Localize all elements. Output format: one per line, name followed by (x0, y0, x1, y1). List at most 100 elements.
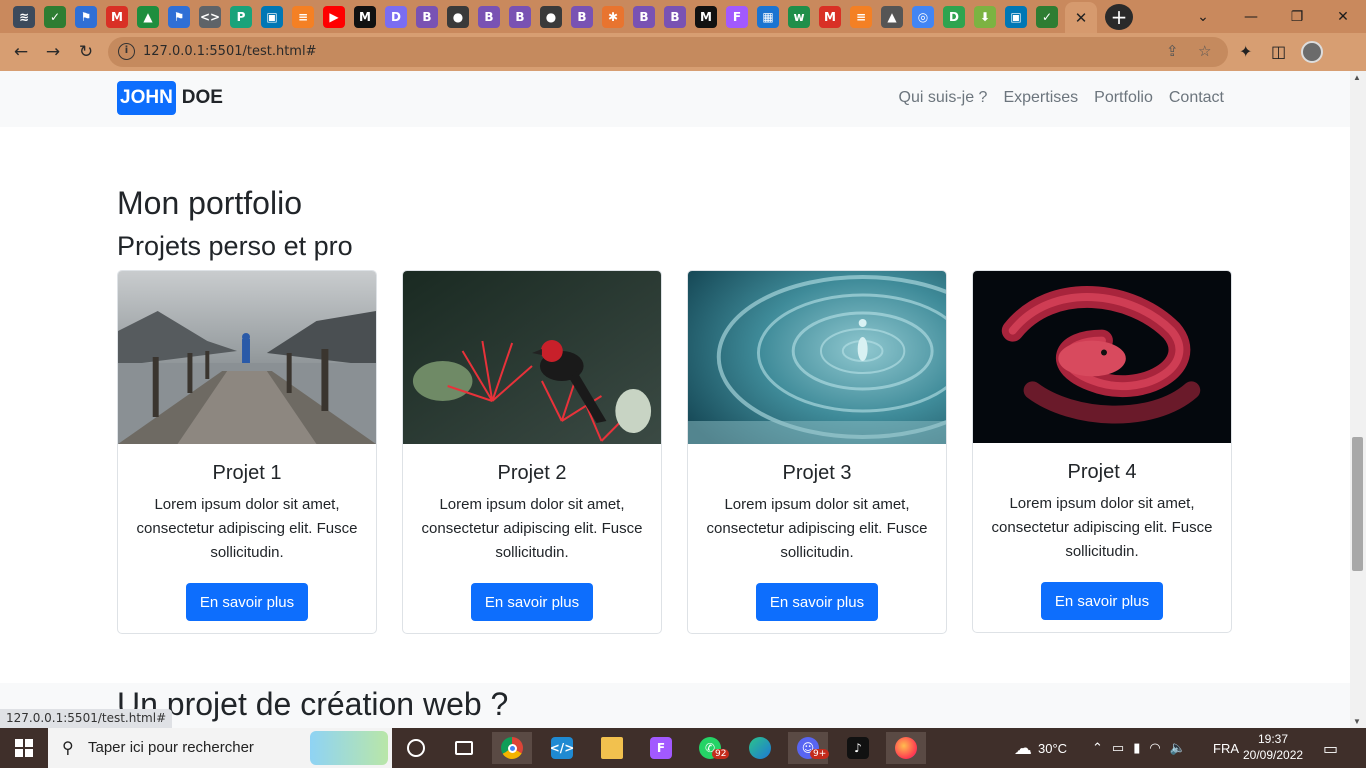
figma-icon[interactable]: F (641, 732, 681, 764)
taskbar-search[interactable]: ⚲ Taper ici pour rechercher (48, 728, 392, 768)
edge-icon[interactable] (740, 732, 780, 764)
stack-icon[interactable]: ≡ (850, 6, 872, 28)
project-card: Projet 1 Lorem ipsum dolor sit amet, con… (117, 270, 377, 634)
page-subtitle: Projets perso et pro (117, 231, 353, 261)
bootstrap-icon[interactable]: B (478, 6, 500, 28)
extensions-icon[interactable]: ✦ (1239, 42, 1252, 61)
layers-icon[interactable]: ≋ (13, 6, 35, 28)
bootstrap-icon[interactable]: B (664, 6, 686, 28)
page-viewport: JOHN DOE Qui suis-je ? Expertises Portfo… (0, 71, 1350, 728)
window-icon[interactable]: ▦ (757, 6, 779, 28)
card-title: Projet 1 (212, 462, 282, 484)
language-indicator[interactable]: FRA (1213, 728, 1239, 768)
search-placeholder[interactable]: Taper ici pour rechercher (88, 739, 254, 756)
cortana-icon[interactable] (396, 732, 436, 764)
gmail-icon[interactable]: M (819, 6, 841, 28)
app-icon[interactable]: ✓ (1036, 6, 1058, 28)
start-button[interactable] (0, 728, 48, 768)
restore-button[interactable]: ❐ (1274, 0, 1320, 33)
volume-icon[interactable]: 🔈 (1170, 741, 1186, 756)
back-button[interactable]: ← (8, 40, 34, 64)
nav-link-about[interactable]: Qui suis-je ? (899, 89, 988, 107)
learn-more-button[interactable]: En savoir plus (1041, 582, 1163, 620)
side-panel-icon[interactable]: ◫ (1271, 42, 1286, 61)
share-icon[interactable]: ⇪ (1166, 42, 1179, 60)
battery-icon[interactable]: ▮ (1133, 741, 1140, 756)
bootstrap-icon[interactable]: B (571, 6, 593, 28)
show-hidden-icons-icon[interactable]: ⌃ (1092, 741, 1103, 756)
minimize-button[interactable]: — (1228, 0, 1274, 33)
chrome-icon[interactable] (492, 732, 532, 764)
close-tab-icon[interactable]: ✕ (1075, 9, 1088, 27)
meet-now-icon[interactable]: ▭ (1112, 741, 1124, 756)
learn-more-button[interactable]: En savoir plus (756, 583, 878, 621)
reload-button[interactable]: ↻ (73, 40, 99, 64)
project-card: Projet 3 Lorem ipsum dolor sit amet, con… (687, 270, 947, 634)
flag-icon[interactable]: ⚑ (168, 6, 190, 28)
url-text[interactable]: 127.0.0.1:5501/test.html# (143, 44, 316, 59)
site-brand[interactable]: JOHN DOE (117, 81, 223, 115)
medium-icon[interactable]: M (695, 6, 717, 28)
discord-icon[interactable]: ☺ 9+ (788, 732, 830, 764)
taskbar-clock[interactable]: 19:37 20/09/2022 (1243, 731, 1303, 763)
medium-icon[interactable]: M (354, 6, 376, 28)
learn-more-button[interactable]: En savoir plus (471, 583, 593, 621)
whatsapp-icon[interactable]: ✆ 92 (690, 732, 730, 764)
flag-icon[interactable]: ⚑ (75, 6, 97, 28)
github-icon[interactable]: ● (447, 6, 469, 28)
scroll-down-arrow-icon[interactable]: ▼ (1353, 717, 1361, 726)
bootstrap-icon[interactable]: B (416, 6, 438, 28)
stack-icon[interactable]: ≡ (292, 6, 314, 28)
drive-icon[interactable]: ▲ (137, 6, 159, 28)
bootstrap-icon[interactable]: B (509, 6, 531, 28)
bootstrap-icon[interactable]: B (633, 6, 655, 28)
card-title: Projet 2 (497, 462, 567, 484)
site-info-icon[interactable]: i (118, 43, 135, 60)
d-icon[interactable]: D (385, 6, 407, 28)
brand-last-name: DOE (181, 87, 223, 108)
scroll-thumb[interactable] (1352, 437, 1363, 571)
task-view-icon[interactable] (444, 732, 484, 764)
download-icon[interactable]: ⬇ (974, 6, 996, 28)
fire-icon[interactable]: ▲ (881, 6, 903, 28)
app-icon[interactable]: ✓ (44, 6, 66, 28)
figma-icon[interactable]: F (726, 6, 748, 28)
w-icon[interactable]: w (788, 6, 810, 28)
page-scrollbar[interactable]: ▲ ▼ (1350, 71, 1366, 728)
nav-link-contact[interactable]: Contact (1169, 89, 1224, 107)
notifications-icon[interactable]: ▭ (1323, 728, 1338, 768)
windows-logo-icon (15, 739, 33, 757)
new-tab-button[interactable]: + (1105, 4, 1133, 30)
forward-button[interactable]: → (40, 40, 66, 64)
bookmark-star-icon[interactable]: ☆ (1198, 42, 1211, 60)
nav-link-expertises[interactable]: Expertises (1003, 89, 1078, 107)
active-tab[interactable]: ✕ (1065, 2, 1097, 33)
github-icon[interactable]: ● (540, 6, 562, 28)
nav-link-portfolio[interactable]: Portfolio (1094, 89, 1153, 107)
screen-icon[interactable]: ▣ (1005, 6, 1027, 28)
project-card: Projet 2 Lorem ipsum dolor sit amet, con… (402, 270, 662, 634)
card-title: Projet 4 (1067, 461, 1137, 483)
pen-icon[interactable]: P (230, 6, 252, 28)
vscode-icon[interactable]: </> (542, 732, 582, 764)
weather-widget[interactable]: ☁ 30°C (1014, 728, 1067, 768)
target-icon[interactable]: ◎ (912, 6, 934, 28)
d-icon[interactable]: D (943, 6, 965, 28)
tab-search-dropdown-icon[interactable]: ⌄ (1180, 0, 1226, 33)
wifi-icon[interactable]: ◠ (1149, 741, 1160, 756)
asterisk-icon[interactable]: ✱ (602, 6, 624, 28)
address-bar[interactable]: i 127.0.0.1:5501/test.html# ⇪ ☆ (108, 37, 1228, 67)
gmail-icon[interactable]: M (106, 6, 128, 28)
browser-tab-strip: ✕ + ⌄ — ❐ ✕ ≋ ✓ ⚑ M ▲ ⚑ <> P ▣ ≡ ▶ M D B ● B B ● B ✱ B B M F ▦ w M… (0, 0, 1366, 33)
file-explorer-icon[interactable] (592, 732, 632, 764)
code-icon[interactable]: <> (199, 6, 221, 28)
screen-icon[interactable]: ▣ (261, 6, 283, 28)
firefox-icon[interactable] (886, 732, 926, 764)
learn-more-button[interactable]: En savoir plus (186, 583, 308, 621)
close-window-button[interactable]: ✕ (1320, 0, 1366, 33)
scroll-up-arrow-icon[interactable]: ▲ (1353, 73, 1361, 82)
youtube-icon[interactable]: ▶ (323, 6, 345, 28)
profile-avatar[interactable] (1301, 41, 1323, 63)
link-status-bar: 127.0.0.1:5501/test.html# (0, 709, 173, 728)
tiktok-icon[interactable]: ♪ (838, 732, 878, 764)
